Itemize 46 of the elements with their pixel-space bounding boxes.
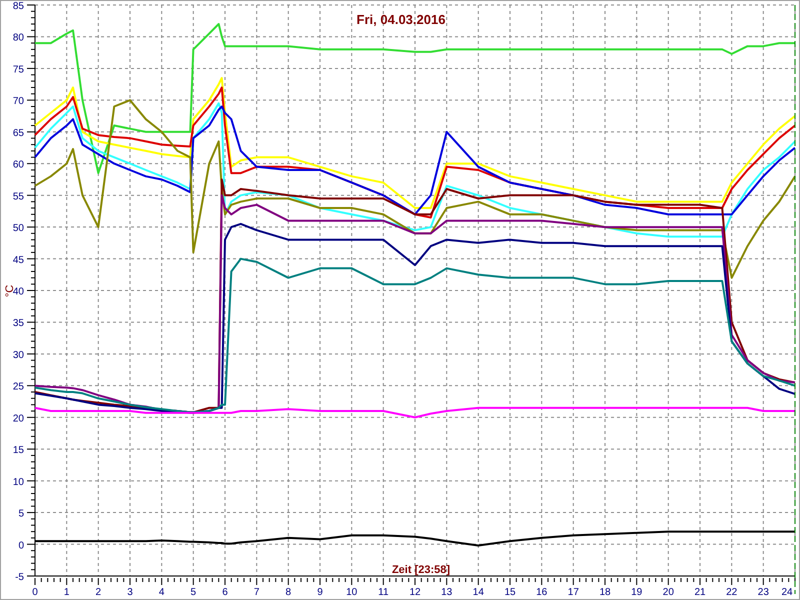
axis-tick-label: 75	[12, 64, 24, 76]
axis-tick-label: 50	[12, 223, 24, 234]
axis-tick-label: 24	[781, 587, 793, 598]
axis-tick-label: 7	[254, 587, 260, 598]
axis-tick-label: 70	[12, 96, 24, 108]
axis-tick-label: 11	[378, 587, 389, 598]
axis-tick-label: 45	[12, 254, 24, 266]
axis-tick-label: 12	[409, 587, 421, 598]
axis-tick-label: 0	[32, 587, 38, 598]
axis-tick-label: 65	[12, 128, 24, 139]
axis-tick-label: 25	[12, 382, 24, 393]
axis-tick-label: 19	[631, 587, 642, 598]
axis-tick-label: 3	[127, 587, 133, 598]
axis-tick-label: 20	[662, 587, 674, 598]
axis-tick-label: 16	[536, 587, 548, 598]
axis-tick-label: 30	[12, 350, 24, 361]
axis-tick-label: 15	[504, 587, 516, 598]
axis-tick-label: 20	[12, 413, 24, 424]
axis-tick-label: 15	[12, 445, 24, 456]
x-axis-title: Zeit [23:58]	[392, 564, 450, 576]
axis-tick-label: 60	[12, 160, 24, 171]
axis-tick-label: 55	[12, 191, 24, 202]
axis-tick-label: 17	[568, 587, 579, 598]
chart-title: Fri, 04.03.2016	[356, 12, 446, 27]
axis-tick-label: 14	[472, 587, 484, 598]
axis-tick-label: 5	[190, 587, 196, 598]
axis-tick-label: 23	[758, 587, 769, 598]
axis-tick-label: 6	[222, 587, 228, 598]
axis-tick-label: 10	[346, 587, 358, 598]
axis-tick-label: 5	[18, 508, 24, 520]
axis-tick-label: 35	[12, 318, 24, 330]
axis-tick-label: 8	[286, 587, 292, 598]
axis-tick-label: 4	[158, 587, 164, 598]
axis-tick-label: 85	[12, 1, 24, 12]
axis-tick-label: 1	[64, 587, 70, 598]
axis-tick-label: 18	[599, 587, 611, 598]
axis-tick-label: -5	[15, 572, 24, 583]
axis-tick-label: 21	[694, 587, 706, 598]
axis-tick-label: 0	[18, 540, 24, 552]
axis-tick-label: 80	[12, 32, 24, 44]
axis-tick-label: 40	[12, 286, 24, 298]
axis-tick-label: 22	[726, 587, 738, 598]
axis-tick-label: 2	[96, 587, 102, 598]
axis-tick-label: 13	[441, 587, 452, 598]
axis-tick-label: 10	[12, 476, 24, 488]
axis-tick-label: 9	[317, 587, 323, 598]
